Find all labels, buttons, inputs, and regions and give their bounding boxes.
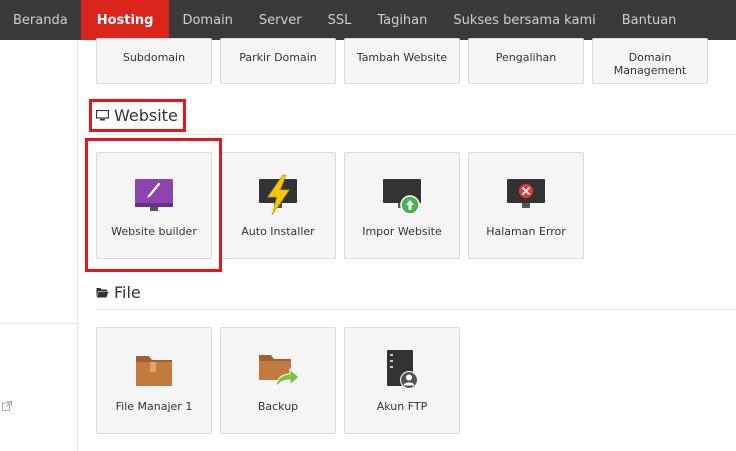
tile-label: Auto Installer: [241, 225, 315, 238]
folder-icon: [136, 356, 172, 386]
section-divider: [96, 134, 736, 135]
tile-backup[interactable]: Backup: [220, 327, 336, 434]
external-link-icon[interactable]: [2, 401, 12, 411]
monitor-lightning-icon: [259, 174, 297, 216]
tile-label: Domain Management: [613, 51, 687, 77]
section-divider: [96, 309, 736, 310]
tile-auto-installer[interactable]: Auto Installer: [220, 152, 336, 259]
tile-domain-management[interactable]: Domain Management: [592, 38, 708, 84]
tile-label: Halaman Error: [486, 225, 566, 238]
top-navigation: Beranda Hosting Domain Server SSL Tagiha…: [0, 0, 736, 40]
nav-item-beranda[interactable]: Beranda: [0, 0, 81, 40]
nav-item-sukses[interactable]: Sukses bersama kami: [440, 0, 608, 40]
nav-item-ssl[interactable]: SSL: [315, 0, 365, 40]
monitor-error-icon: [507, 179, 545, 208]
tile-label: Backup: [257, 400, 299, 413]
tile-label: Pengalihan: [495, 51, 557, 64]
nav-item-bantuan[interactable]: Bantuan: [609, 0, 690, 40]
main-content: Subdomain Parkir Domain Tambah Website P…: [78, 38, 736, 451]
sidebar-divider: [0, 323, 77, 324]
tile-file-manajer[interactable]: File Manajer 1: [96, 327, 212, 434]
tile-label: Parkir Domain: [239, 51, 317, 64]
sidebar: [0, 40, 78, 451]
tile-akun-ftp[interactable]: Akun FTP: [344, 327, 460, 434]
monitor-upload-icon: [383, 179, 421, 215]
tile-halaman-error[interactable]: Halaman Error: [468, 152, 584, 259]
section-title: File: [114, 283, 141, 302]
tile-pengalihan[interactable]: Pengalihan: [468, 38, 584, 84]
tile-label: Akun FTP: [376, 400, 428, 413]
nav-item-server[interactable]: Server: [246, 0, 315, 40]
tile-label: Subdomain: [122, 51, 186, 64]
tile-label: Tambah Website: [356, 51, 448, 64]
nav-item-tagihan[interactable]: Tagihan: [364, 0, 440, 40]
highlight-box-website-builder: [85, 138, 222, 272]
tile-tambah-website[interactable]: Tambah Website: [344, 38, 460, 84]
highlight-box-website-title: [89, 99, 186, 132]
folder-share-icon: [259, 355, 300, 389]
section-header-file: File: [96, 283, 141, 302]
tile-subdomain[interactable]: Subdomain: [96, 38, 212, 84]
tile-impor-website[interactable]: Impor Website: [344, 152, 460, 259]
tile-parkir-domain[interactable]: Parkir Domain: [220, 38, 336, 84]
folder-open-icon: [96, 288, 109, 298]
tile-label: File Manajer 1: [115, 400, 193, 413]
server-user-icon: [387, 350, 418, 389]
nav-item-hosting[interactable]: Hosting: [80, 0, 170, 40]
nav-item-domain[interactable]: Domain: [169, 0, 245, 40]
tile-label: Impor Website: [362, 225, 442, 238]
